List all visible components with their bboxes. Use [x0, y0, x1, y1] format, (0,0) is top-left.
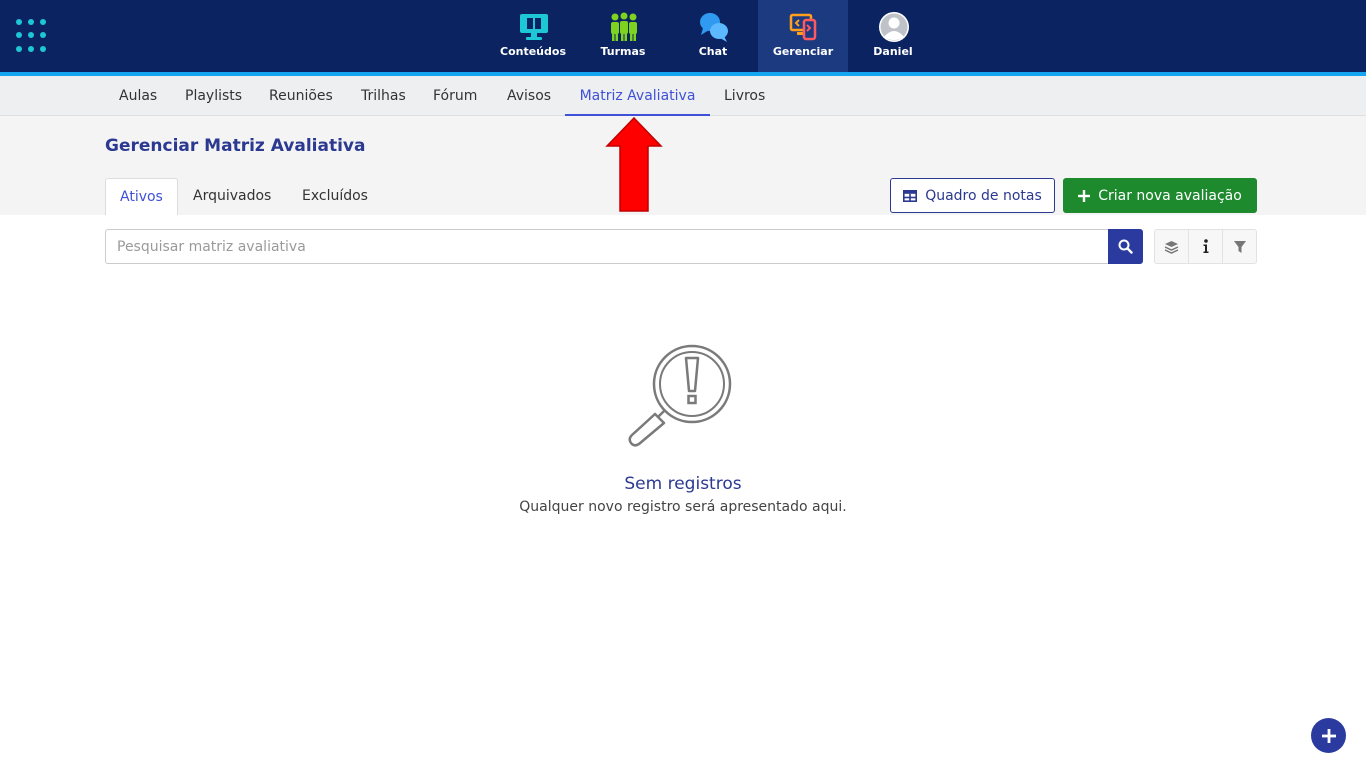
avatar-icon	[879, 12, 909, 42]
subnav-item-matriz-avaliativa[interactable]: Matriz Avaliativa	[565, 76, 710, 116]
quadro-de-notas-label: Quadro de notas	[925, 187, 1042, 204]
filter-button[interactable]	[1223, 230, 1256, 263]
page-title: Gerenciar Matriz Avaliativa	[105, 136, 366, 156]
toolbar-group	[1154, 229, 1257, 264]
search-input[interactable]	[105, 229, 1109, 264]
table-icon	[903, 189, 918, 202]
criar-nova-avaliacao-button[interactable]: Criar nova avaliação	[1063, 178, 1257, 213]
magnifier-warning-icon	[628, 344, 732, 447]
empty-state-title: Sem registros	[624, 474, 742, 494]
quadro-de-notas-button[interactable]: Quadro de notas	[890, 178, 1055, 213]
empty-state-subtitle: Qualquer novo registro será apresentado …	[519, 499, 847, 515]
nav-label: Gerenciar	[772, 45, 834, 58]
layers-button[interactable]	[1155, 230, 1189, 263]
plus-icon	[1078, 189, 1091, 202]
subnav-item-livros[interactable]: Livros	[724, 76, 765, 116]
chat-bubbles-icon	[700, 13, 728, 42]
nav-label: Chat	[698, 45, 728, 58]
tab-arquivados[interactable]: Arquivados	[179, 178, 285, 215]
nav-label: Conteúdos	[500, 45, 566, 58]
subnav-item-aulas[interactable]: Aulas	[119, 76, 157, 116]
subnav-item-forum[interactable]: Fórum	[433, 76, 477, 116]
search-icon	[1118, 239, 1133, 254]
red-arrow-annotation	[605, 116, 663, 212]
monitor-book-icon	[520, 14, 548, 40]
filter-icon	[1233, 240, 1246, 253]
nav-gerenciar[interactable]: Gerenciar	[758, 0, 848, 72]
search-button[interactable]	[1108, 229, 1143, 264]
nav-label: Daniel	[873, 45, 913, 58]
apps-grid-icon[interactable]	[16, 19, 50, 53]
subnav-item-reunioes[interactable]: Reuniões	[269, 76, 333, 116]
nav-chat[interactable]: Chat	[668, 0, 758, 72]
tab-ativos[interactable]: Ativos	[105, 178, 178, 215]
top-bar: Conteúdos Turmas Chat Gerenciar Daniel	[0, 0, 1366, 72]
tab-excluidos[interactable]: Excluídos	[288, 178, 382, 215]
plus-icon	[1321, 728, 1336, 743]
manage-devices-icon	[789, 13, 817, 41]
people-icon	[611, 12, 637, 41]
floating-add-button[interactable]	[1311, 718, 1346, 753]
layers-icon	[1164, 240, 1179, 254]
sub-nav: Aulas Playlists Reuniões Trilhas Fórum A…	[0, 76, 1366, 116]
subnav-item-playlists[interactable]: Playlists	[185, 76, 242, 116]
nav-label: Turmas	[600, 45, 646, 58]
nav-conteudos[interactable]: Conteúdos	[488, 0, 578, 72]
info-icon	[1203, 239, 1208, 253]
criar-nova-avaliacao-label: Criar nova avaliação	[1098, 187, 1242, 204]
info-button[interactable]	[1189, 230, 1223, 263]
subnav-item-trilhas[interactable]: Trilhas	[361, 76, 406, 116]
nav-turmas[interactable]: Turmas	[578, 0, 668, 72]
subnav-item-avisos[interactable]: Avisos	[507, 76, 551, 116]
nav-user-daniel[interactable]: Daniel	[848, 0, 938, 72]
